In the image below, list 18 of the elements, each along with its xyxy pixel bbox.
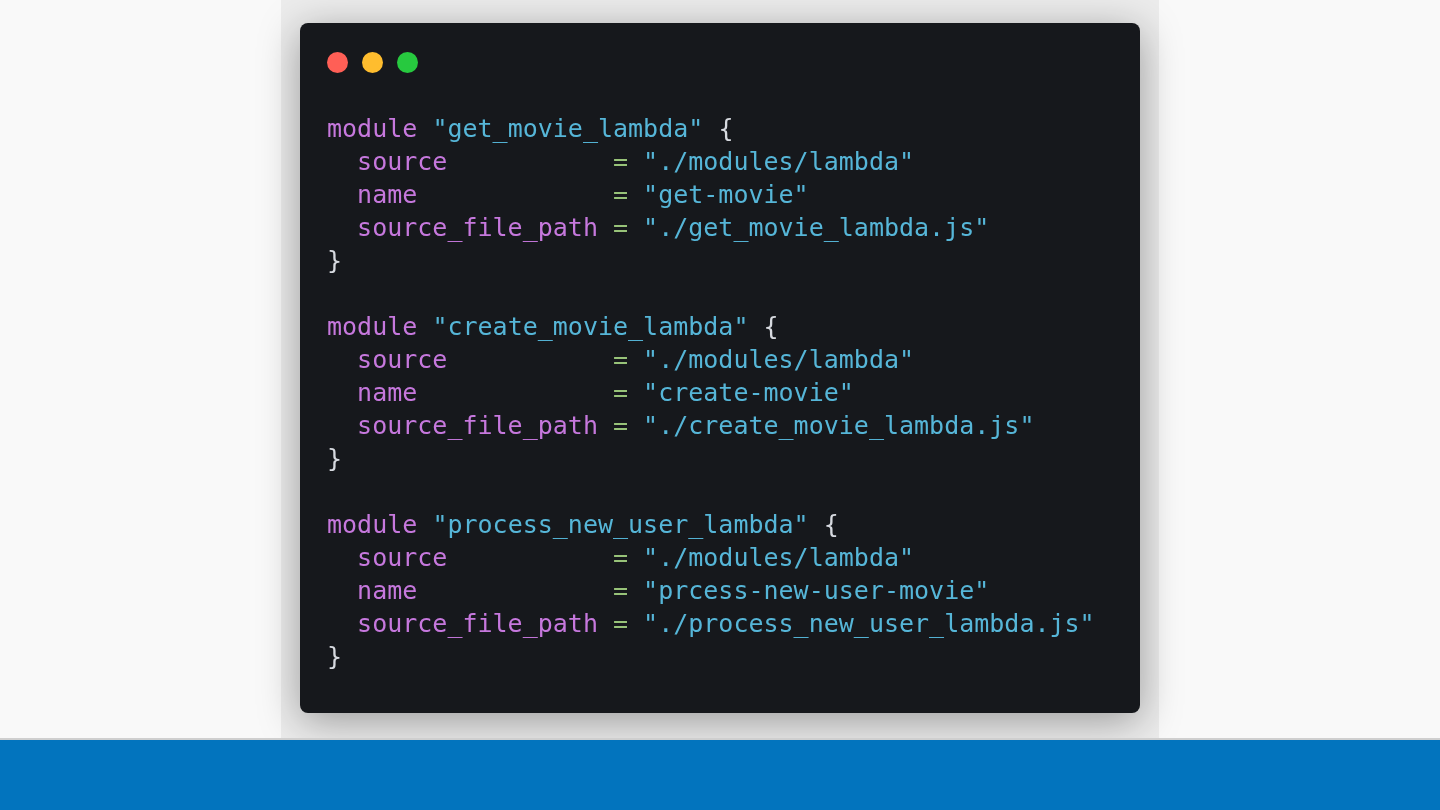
- window-control-button[interactable]: [397, 51, 418, 73]
- code-line: module "get_movie_lambda" {: [327, 113, 734, 145]
- code-line: name = "prcess-new-user-movie": [356, 575, 990, 607]
- code-line: }: [327, 641, 343, 673]
- code-line: source = "./modules/lambda": [356, 146, 915, 178]
- code-line: source = "./modules/lambda": [356, 542, 915, 574]
- code-line: }: [327, 245, 343, 277]
- code-line: source_file_path = "./create_movie_lambda.js": [356, 410, 1035, 442]
- code-line: module "process_new_user_lambda" {: [327, 509, 839, 541]
- code-line: source_file_path = "./get_movie_lambda.js": [356, 212, 990, 244]
- code-line: source_file_path = "./process_new_user_lambda.js": [356, 608, 1095, 640]
- code-line: source = "./modules/lambda": [356, 344, 915, 376]
- window-control-button[interactable]: [327, 51, 348, 73]
- window-control-button[interactable]: [362, 51, 383, 73]
- code-line: }: [327, 443, 343, 475]
- code-line: name = "get-movie": [356, 179, 809, 211]
- code-line: name = "create-movie": [356, 377, 854, 409]
- code-line: module "create_movie_lambda" {: [327, 311, 779, 343]
